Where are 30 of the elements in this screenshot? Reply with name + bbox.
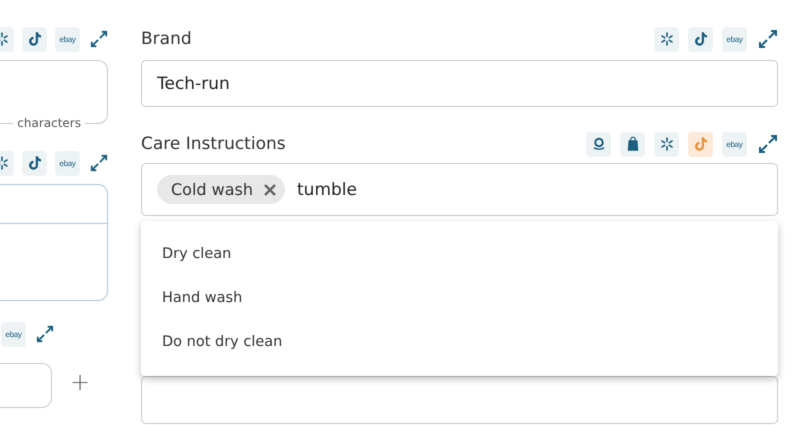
- ebay-icon[interactable]: ebay: [722, 132, 747, 156]
- smile-icon[interactable]: [586, 132, 611, 156]
- expand-icon[interactable]: [758, 29, 778, 49]
- input-field[interactable]: [141, 376, 778, 424]
- music-note-icon[interactable]: [688, 26, 713, 52]
- chip-label: Cold wash: [171, 180, 254, 199]
- typed-text: tumble: [297, 180, 357, 200]
- field-label: Brand: [141, 29, 192, 49]
- expand-icon[interactable]: [90, 30, 108, 48]
- menu-option[interactable]: Do not dry clean: [141, 320, 778, 364]
- spark-icon[interactable]: [654, 26, 679, 52]
- bag-icon[interactable]: [620, 132, 645, 156]
- expand-icon[interactable]: [90, 154, 108, 172]
- music-note-icon[interactable]: [22, 150, 47, 176]
- add-button[interactable]: +: [66, 368, 94, 396]
- ebay-icon[interactable]: ebay: [1, 322, 26, 346]
- menu-option[interactable]: Hand wash: [141, 276, 778, 320]
- field-label: Care Instructions: [141, 134, 286, 154]
- character-count: characters: [13, 116, 85, 130]
- ebay-icon[interactable]: ebay: [55, 150, 80, 176]
- expand-icon[interactable]: [758, 134, 778, 154]
- spark-icon[interactable]: [654, 132, 679, 156]
- menu-option[interactable]: Dry clean: [141, 232, 778, 276]
- ebay-icon[interactable]: ebay: [722, 26, 747, 52]
- close-icon[interactable]: [263, 182, 278, 196]
- ebay-icon[interactable]: ebay: [55, 26, 80, 52]
- care-instructions-field[interactable]: Cold wash tumble: [141, 163, 778, 216]
- music-note-icon[interactable]: [22, 26, 47, 52]
- brand-field[interactable]: Tech-run: [141, 60, 778, 107]
- expand-icon[interactable]: [36, 325, 54, 343]
